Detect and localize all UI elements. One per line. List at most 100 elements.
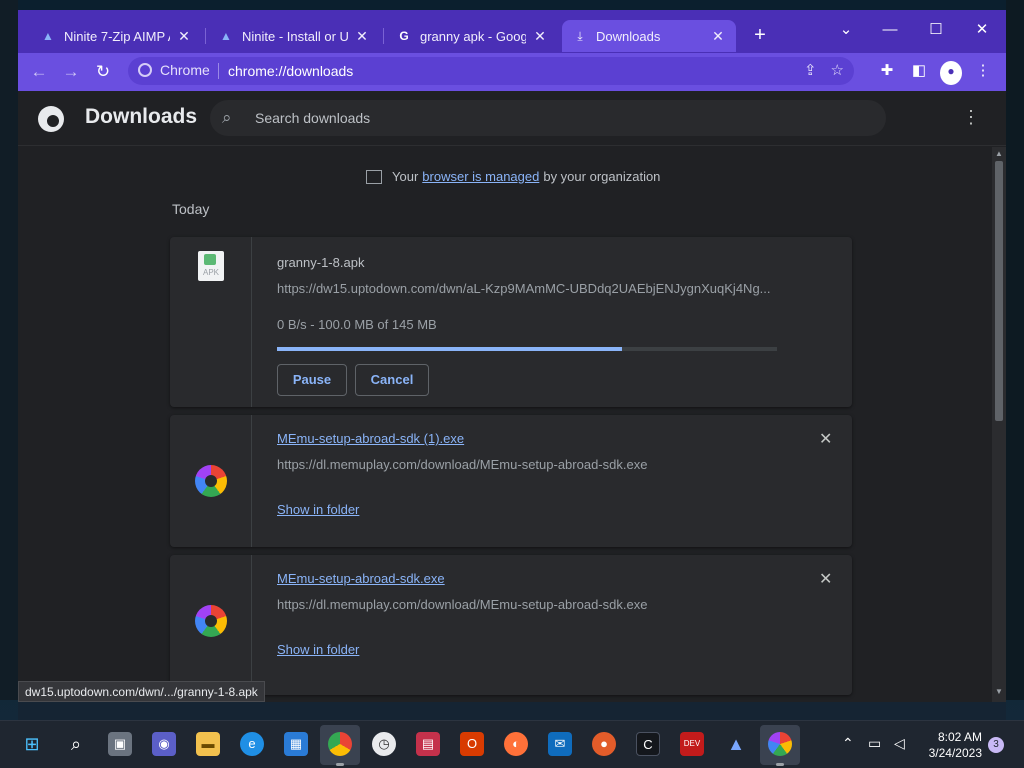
clock-date: 3/24/2023 (928, 746, 982, 760)
new-tab-button[interactable]: + (748, 24, 772, 48)
date-section-label: Today (172, 201, 210, 217)
tab-title: Downloads (596, 28, 661, 44)
memu-app-icon (195, 605, 227, 637)
extensions-puzzle-icon[interactable]: ✚ (876, 59, 898, 83)
clock-app-icon[interactable]: ◷ (372, 732, 396, 756)
remove-download-icon[interactable]: ✕ (819, 569, 832, 589)
page-title: Downloads (85, 105, 198, 128)
site-label: Chrome (160, 62, 210, 78)
search-downloads-box[interactable]: ⌕ (210, 100, 886, 136)
office-icon[interactable]: O (460, 732, 484, 756)
download-filename-link[interactable]: MEmu-setup-abroad-sdk (1).exe (277, 431, 464, 446)
address-bar[interactable]: Chrome chrome://downloads ⇪ ☆ (128, 57, 854, 85)
site-chip[interactable]: Chrome (138, 62, 210, 78)
volume-muted-icon[interactable]: ◁ (894, 735, 905, 752)
download-url[interactable]: https://dl.memuplay.com/download/MEmu-se… (277, 457, 777, 472)
download-item: MEmu-setup-abroad-sdk (1).exe ✕ https://… (170, 415, 852, 547)
memu-taskbar-icon[interactable] (768, 732, 792, 766)
page-scrollbar[interactable]: ▲ ▼ (992, 147, 1006, 702)
share-icon[interactable]: ⇪ (804, 61, 817, 79)
pause-button[interactable]: Pause (277, 364, 347, 396)
file-explorer-icon[interactable]: ▬ (196, 732, 220, 756)
file-icon-column: APK (170, 237, 252, 407)
download-url[interactable]: https://dl.memuplay.com/download/MEmu-se… (277, 597, 777, 612)
tab-granny-apk-google[interactable]: G granny apk - Google ✕ (386, 22, 558, 50)
downloads-menu-icon[interactable]: ⋮ (962, 107, 980, 128)
tab-separator (205, 28, 206, 44)
managed-prefix: Your (392, 169, 419, 184)
bookmark-star-icon[interactable]: ☆ (831, 61, 844, 79)
tab-title: Ninite - Install or Upd (242, 28, 348, 44)
ninite-favicon-icon: ▲ (220, 29, 232, 43)
download-progress-fill (277, 347, 622, 351)
taskbar: ⊞ ⌕ ▣ ◉ ▬ e ▦ ◷ ▤ O ◐ ✉ ● C DEV ▲ ⌃ ▭ ◁ … (0, 720, 1024, 768)
tab-ninite-install[interactable]: ▲ Ninite - Install or Upd ✕ (208, 22, 380, 50)
mail-icon[interactable]: ✉ (548, 732, 572, 756)
reload-icon[interactable]: ↻ (90, 59, 116, 85)
profile-avatar-icon[interactable]: ● (940, 61, 962, 85)
building-icon (366, 169, 382, 184)
clock-time: 8:02 AM (937, 730, 982, 744)
google-favicon-icon: G (399, 29, 409, 43)
close-tab-icon[interactable]: ✕ (176, 28, 192, 45)
search-input[interactable] (255, 108, 855, 128)
network-icon[interactable]: ▭ (868, 735, 881, 752)
start-windows-icon[interactable]: ⊞ (20, 732, 44, 756)
close-tab-icon[interactable]: ✕ (354, 28, 370, 45)
link-status-bubble: dw15.uptodown.com/dwn/.../granny-1-8.apk (18, 681, 265, 702)
chrome-logo-icon (38, 106, 64, 132)
show-hidden-icons-chevron-icon[interactable]: ⌃ (842, 735, 854, 752)
remove-download-icon[interactable]: ✕ (819, 429, 832, 449)
minimize-button[interactable]: — (868, 16, 912, 44)
system-clock[interactable]: 8:02 AM 3/24/2023 (920, 729, 982, 761)
maximize-button[interactable]: ☐ (914, 16, 958, 44)
code-editor-icon[interactable]: C (636, 732, 660, 756)
search-icon[interactable]: ⌕ (64, 732, 88, 756)
task-view-icon[interactable]: ▣ (108, 732, 132, 756)
scrollbar-thumb[interactable] (995, 161, 1003, 421)
download-item: APK granny-1-8.apk https://dw15.uptodown… (170, 237, 852, 407)
tab-search-chevron-icon[interactable]: ⌄ (824, 16, 868, 44)
devcpp-icon[interactable]: DEV (680, 732, 704, 756)
managed-link[interactable]: browser is managed (422, 169, 539, 184)
browser-toolbar: ← → ↻ Chrome chrome://downloads ⇪ ☆ ✚ ◧ … (18, 53, 1006, 90)
toolbar-actions: ✚ ◧ ● ⋮ (876, 59, 994, 85)
close-window-button[interactable]: ✕ (960, 16, 1004, 44)
tab-ninite-7zip[interactable]: ▲ Ninite 7-Zip AIMP Au ✕ (30, 22, 202, 50)
tab-separator (383, 28, 384, 44)
tab-title: Ninite 7-Zip AIMP Au (64, 28, 170, 44)
notification-badge[interactable]: 3 (988, 737, 1004, 753)
news-app-icon[interactable]: ▤ (416, 732, 440, 756)
scroll-down-arrow-icon[interactable]: ▼ (995, 687, 1003, 696)
show-in-folder-link[interactable]: Show in folder (277, 502, 359, 517)
show-in-folder-link[interactable]: Show in folder (277, 642, 359, 657)
search-icon: ⌕ (222, 108, 232, 127)
file-icon-column (170, 415, 252, 547)
close-tab-icon[interactable]: ✕ (532, 28, 548, 45)
browser-menu-icon[interactable]: ⋮ (972, 59, 994, 83)
side-panel-icon[interactable]: ◧ (908, 59, 930, 83)
download-item: MEmu-setup-abroad-sdk.exe ✕ https://dl.m… (170, 555, 852, 695)
download-filename-link[interactable]: MEmu-setup-abroad-sdk.exe (277, 571, 445, 586)
cancel-button[interactable]: Cancel (355, 364, 429, 396)
scroll-up-arrow-icon[interactable]: ▲ (995, 149, 1003, 158)
close-tab-icon[interactable]: ✕ (710, 28, 726, 45)
chrome-taskbar-icon[interactable] (328, 732, 352, 766)
downloads-list: Your browser is managed by your organiza… (18, 147, 992, 702)
tab-downloads[interactable]: ⤓ Downloads ✕ (562, 20, 736, 52)
maps-pin-icon[interactable]: ● (592, 732, 616, 756)
download-url[interactable]: https://dw15.uptodown.com/dwn/aL-Kzp9MAm… (277, 281, 777, 296)
edge-browser-icon[interactable]: e (240, 732, 264, 756)
managed-suffix: by your organization (543, 169, 661, 184)
forward-arrow-icon[interactable]: → (58, 59, 84, 85)
teams-chat-icon[interactable]: ◉ (152, 732, 176, 756)
url-text[interactable]: chrome://downloads (228, 63, 353, 79)
back-arrow-icon[interactable]: ← (26, 59, 52, 85)
microsoft-store-icon[interactable]: ▦ (284, 732, 308, 756)
firefox-icon[interactable]: ◐ (504, 732, 528, 756)
chrome-site-icon (138, 63, 152, 77)
ninite-taskbar-icon[interactable]: ▲ (724, 732, 748, 756)
managed-notice: Your browser is managed by your organiza… (366, 169, 660, 184)
file-icon-column (170, 555, 252, 695)
apk-file-icon: APK (198, 251, 224, 281)
